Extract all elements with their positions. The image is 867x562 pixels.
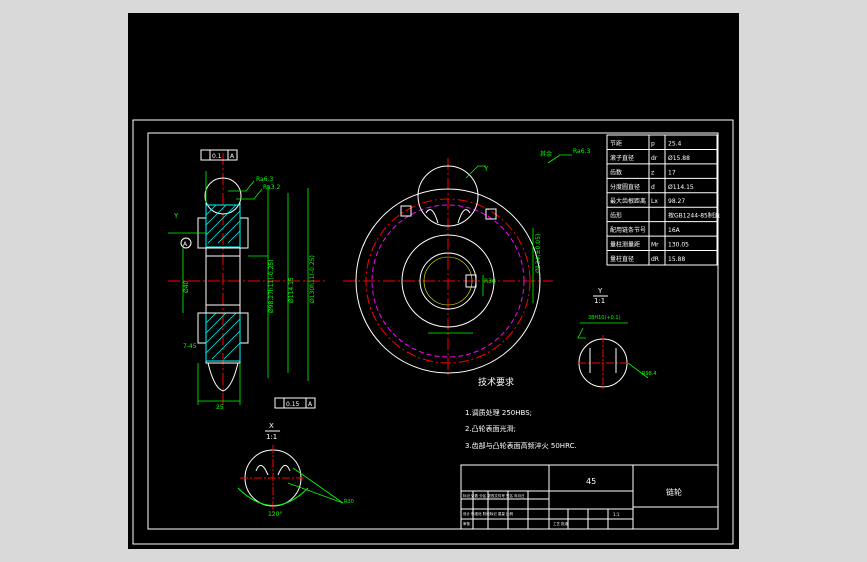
param-name: 量柱直径 [610,255,634,263]
param-value: 16A [668,227,681,234]
roughness-other-value: Ra6.3 [573,148,590,155]
dim-hub-text: 7-45 [183,343,197,350]
dim-phi40-text: Ø40 [183,280,190,293]
roughness-top-text: Ra6.3 [256,176,273,183]
param-name: 滚子直径 [610,154,634,162]
tolerance-bottom-datum: A [308,401,313,408]
param-symbol: dR [651,256,659,263]
front-view: Y 其余 Ra6.3 Ø134(±0.05) R30 [343,148,590,378]
detail-y-label: Y [597,287,603,295]
param-symbol: Mr [651,242,659,249]
tech-req-title: 技术要求 [478,376,514,388]
material-text: 45 [586,477,596,486]
param-value: 130.05 [668,242,689,249]
dim-phi130-text: Ø130h11(-0.25) [309,255,316,303]
tolerance-top-datum: A [230,153,235,160]
scale-value: 1:1 [613,512,620,517]
param-symbol: p [651,140,655,147]
title-row-4: 工艺 批准 [553,521,569,526]
param-symbol: z [651,169,654,176]
param-symbol: d [651,184,655,191]
param-value: 15.88 [668,256,685,263]
roughness-other-text: 其余 [540,150,552,158]
tech-req-item-2: 2.凸轮表面光滑; [465,424,516,433]
side-section-view: Ra6.3 Ra3.2 25 7-45 Ø98.27h11(-0.25) Ø11… [168,149,328,411]
dim-detail-y-text: 38H10(+0.1) [588,315,621,321]
param-name: 齿数 [610,168,622,176]
detail-y-scale: 1:1 [594,297,605,305]
tech-requirements: 技术要求 1.调质处理 250HBS; 2.凸轮表面光滑; 3.齿部与凸轮表面高… [465,376,577,450]
dim-25-text: 25 [216,404,224,411]
front-view-y-marker: Y [483,165,489,173]
param-name: 量柱测量距 [610,241,640,249]
dim-r-small-text: R30 [484,278,496,285]
param-name: 最大齿根距离 [610,197,646,205]
param-name: 齿形 [610,212,622,220]
section-y-marker: Y [173,212,179,220]
tech-req-item-1: 1.调质处理 250HBS; [465,408,532,417]
param-value: 98.27 [668,198,685,205]
param-value: Ø114.15 [668,184,694,191]
title-block: 45 链轮 标记 处数 分区 更改文件号 签名 年月日 设计 标准化 阶段标记 … [460,464,719,530]
cad-drawing: 节距 p 25.4 滚子直径 dr Ø15.88 齿数 z 17 分度圆直径 d Ø114.15 最大齿… [132,119,734,545]
drawing-canvas: 节距 p 25.4 滚子直径 dr Ø15.88 齿数 z 17 分度圆直径 d Ø114.15 最大齿… [128,13,739,549]
param-value: 25.4 [668,140,682,147]
dim-x-detail-text: R30 [344,499,354,505]
dim-r84-text: R98.4 [642,371,657,377]
param-name: 配用链条节号 [610,226,646,234]
param-symbol: Lx [651,198,658,205]
param-name: 分度圆直径 [610,183,640,191]
param-name: 节距 [610,139,622,147]
tolerance-frame-bottom: 0.15 A [274,397,316,409]
roughness-mid-text: Ra3.2 [263,184,280,191]
title-row-2: 设计 标准化 阶段标记 重量 比例 [463,511,513,516]
param-value: 17 [668,169,676,176]
title-row-1: 标记 处数 分区 更改文件号 签名 年月日 [463,493,525,498]
angle-120-text: 120° [268,511,282,518]
detail-x-view: X 1:1 120° R30 [237,422,354,518]
tolerance-bottom-value: 0.15 [286,401,300,408]
param-value: 按GB1244-85制造 [668,212,720,220]
title-row-3: 审核 [463,521,471,526]
param-symbol: dr [651,155,658,162]
detail-y-view: Y 1:1 38H10(+0.1) R98.4 [577,287,657,391]
tolerance-frame-top: 0.1 A [200,149,238,161]
dim-phi114-text: Ø114.15 [288,277,295,303]
part-name-text: 链轮 [666,487,682,497]
dim-phi98-text: Ø98.27h11(-0.25) [268,259,275,313]
tech-req-item-3: 3.齿部与凸轮表面高频淬火 50HRC. [465,441,577,450]
dim-right-text: Ø134(±0.05) [535,234,542,273]
datum-a-marker: A [183,241,188,248]
detail-x-label: X [269,422,274,430]
detail-x-scale: 1:1 [266,433,277,441]
param-value: Ø15.88 [668,155,690,162]
params-table: 节距 p 25.4 滚子直径 dr Ø15.88 齿数 z 17 分度圆直径 d Ø114.15 最大齿… [606,134,720,266]
tolerance-top-value: 0.1 [212,153,222,160]
